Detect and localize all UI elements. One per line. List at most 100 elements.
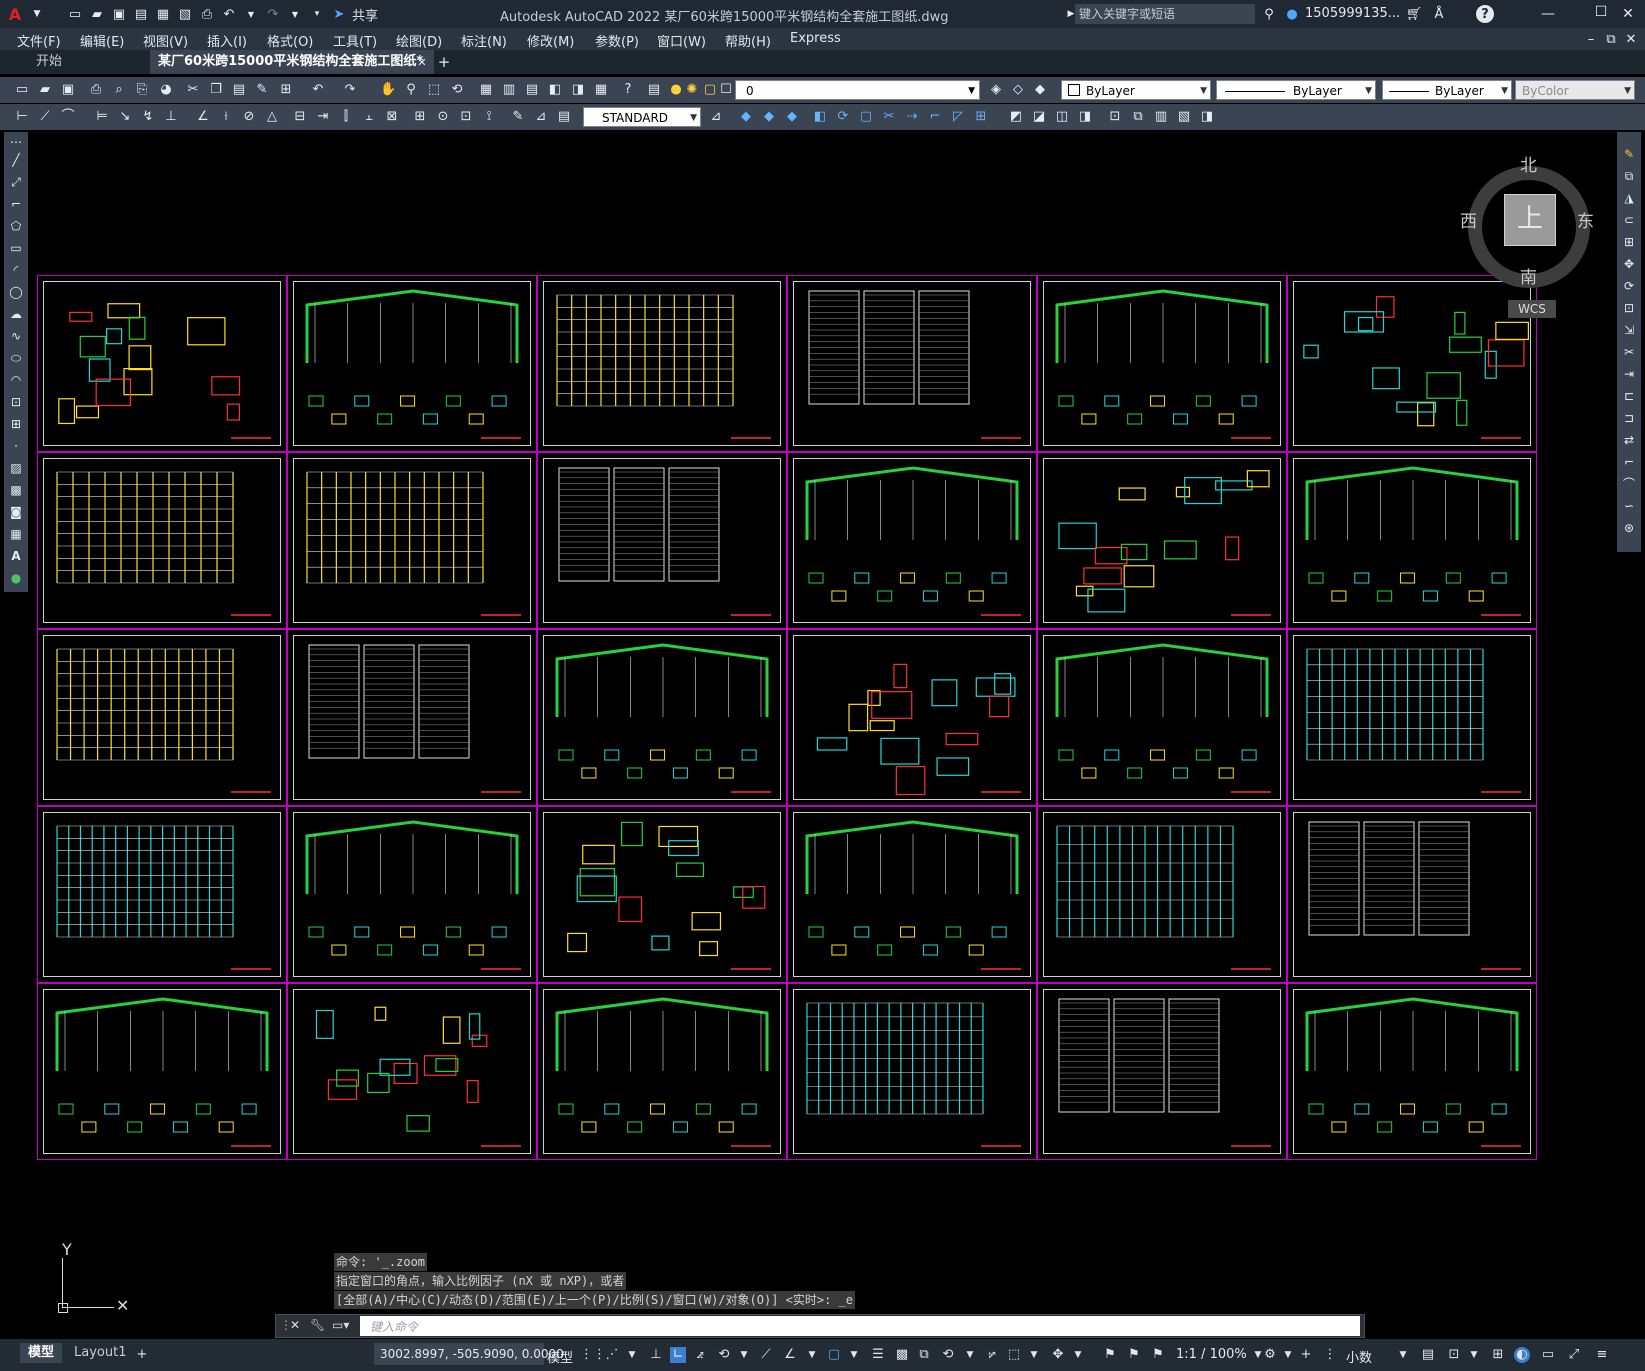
join-icon[interactable]: ⇄ <box>1621 432 1637 448</box>
drawing-sheet[interactable] <box>1037 452 1287 629</box>
isolate-objects-icon[interactable]: ⊞ <box>1490 1347 1506 1363</box>
drawing-sheet[interactable] <box>37 806 287 983</box>
chevron-down-icon[interactable]: ▼ <box>624 1347 640 1363</box>
viewcube-top-face[interactable]: 上 <box>1504 194 1556 246</box>
help-icon[interactable]: ? <box>620 82 636 98</box>
tab-model[interactable]: 模型 <box>20 1343 63 1363</box>
extend-icon[interactable]: ⇥ <box>1621 366 1637 382</box>
erase-icon[interactable]: ✎ <box>1621 146 1637 162</box>
annotation-scale-icon[interactable]: ⚑ <box>1150 1347 1166 1363</box>
coordinate-readout[interactable]: 3002.8997, -505.9090, 0.0000 <box>374 1343 564 1365</box>
radius-dimension-icon[interactable]: ↘ <box>117 109 133 125</box>
move-icon[interactable]: ◆ <box>738 109 754 125</box>
line-icon[interactable]: ╱ <box>8 152 24 168</box>
reference-manager-icon[interactable]: ▥ <box>1153 109 1169 125</box>
copy-icon[interactable]: ⧉ <box>1621 168 1637 184</box>
multiline-text-icon[interactable]: A <box>8 548 24 564</box>
drawing-sheet[interactable] <box>1287 629 1537 806</box>
dimension-override-icon[interactable]: ▤ <box>556 109 572 125</box>
zoom-window-icon[interactable]: ⬚ <box>426 82 442 98</box>
save-icon[interactable]: ▣ <box>60 82 76 98</box>
annotation-scale-value[interactable]: 1:1 / 100% <box>1176 1347 1247 1362</box>
drawing-sheet[interactable] <box>1037 629 1287 806</box>
cut-icon[interactable]: ✂ <box>185 82 201 98</box>
customize-quick-access-icon[interactable]: ▾ <box>308 5 326 23</box>
array-icon[interactable]: ⊞ <box>1621 234 1637 250</box>
command-close-icon[interactable]: ✕ <box>290 1318 300 1332</box>
keyword-search-input[interactable]: 键入关键字或短语 <box>1075 4 1255 24</box>
save-to-web-icon[interactable]: ▧ <box>176 5 194 23</box>
isodraft-icon[interactable]: ⟲ <box>716 1347 732 1363</box>
drawing-sheet[interactable] <box>1287 983 1537 1160</box>
menu-file[interactable]: 文件(F) <box>17 31 61 50</box>
drawing-sheet[interactable] <box>287 806 537 983</box>
3d-osnap-icon[interactable]: ⟲ <box>940 1347 956 1363</box>
redo-icon[interactable]: ↷ <box>342 82 358 98</box>
arc-length-icon[interactable]: ⌒ <box>60 109 76 125</box>
dimension-style-manager-icon[interactable]: ⊿ <box>708 109 724 125</box>
drawing-sheet[interactable] <box>37 275 287 452</box>
layer-color-square-icon[interactable]: ☐ <box>718 82 734 98</box>
chevron-down-icon[interactable]: ▼ <box>962 1347 978 1363</box>
polygon-icon[interactable]: ⬠ <box>8 218 24 234</box>
drawing-sheet[interactable] <box>1037 275 1287 452</box>
sheet-set-icon[interactable]: ◧ <box>547 82 563 98</box>
menu-parametric[interactable]: 参数(P) <box>595 31 639 50</box>
chevron-down-icon[interactable]: ▼ <box>846 1347 862 1363</box>
gradient-icon[interactable]: ▩ <box>8 482 24 498</box>
insert-block-icon[interactable]: ⊡ <box>8 394 24 410</box>
compass-west-label[interactable]: 西 <box>1460 207 1477 232</box>
chamfer-icon[interactable]: ◸ <box>950 109 966 125</box>
clean-screen-icon[interactable]: ▭ <box>1540 1347 1556 1363</box>
drawing-sheet[interactable] <box>787 983 1037 1160</box>
drawing-sheet[interactable] <box>787 806 1037 983</box>
save-icon[interactable]: ▣ <box>110 5 128 23</box>
drawing-sheet[interactable] <box>537 629 787 806</box>
help-icon[interactable]: ? <box>1476 5 1494 23</box>
zoom-previous-icon[interactable]: ⟲ <box>449 82 465 98</box>
drawing-sheet[interactable] <box>37 629 287 806</box>
drawing-sheet[interactable] <box>787 275 1037 452</box>
dimension-style-icon[interactable]: ⊿ <box>533 109 549 125</box>
minimize-window-button[interactable]: — <box>1535 4 1561 24</box>
object-snap-icon[interactable]: ∠ <box>782 1347 798 1363</box>
osnap-box-icon[interactable]: ▢ <box>826 1347 842 1363</box>
chevron-down-icon[interactable]: ▼ <box>1466 1347 1482 1363</box>
revision-cloud-icon[interactable]: ☁ <box>8 306 24 322</box>
blend-curves-icon[interactable]: ∽ <box>1621 498 1637 514</box>
dimension-break-icon[interactable]: ⫠ <box>361 109 377 125</box>
baseline-dimension-icon[interactable]: ⊟ <box>292 109 308 125</box>
break-icon[interactable]: ⊐ <box>1621 410 1637 426</box>
dimension-style-dropdown[interactable]: STANDARD ▼ <box>583 107 701 127</box>
infer-constraints-icon[interactable]: ⊥ <box>648 1347 664 1363</box>
recent-commands-icon[interactable]: ▭▾ <box>332 1318 349 1332</box>
lineweight-dropdown[interactable]: ByLayer ▼ <box>1382 80 1512 100</box>
undo-icon[interactable]: ↶ <box>310 82 326 98</box>
drawing-sheet[interactable] <box>1287 275 1537 452</box>
wcs-menu-button[interactable]: WCS <box>1508 300 1556 318</box>
dimension-edit-icon[interactable]: ⊡ <box>458 109 474 125</box>
tolerance-icon[interactable]: △ <box>264 109 280 125</box>
plotstyle-dropdown[interactable]: ByColor ▼ <box>1515 80 1635 100</box>
attach-reference-icon[interactable]: ⊡ <box>1107 109 1123 125</box>
menu-insert[interactable]: 插入(I) <box>207 31 247 50</box>
redo-dropdown-icon[interactable]: ▼ <box>286 5 304 23</box>
scale-icon[interactable]: ⊡ <box>1621 300 1637 316</box>
add-selected-icon[interactable]: ● <box>8 570 24 586</box>
drawing-canvas[interactable] <box>33 132 1611 1338</box>
search-icon[interactable]: ⚲ <box>1260 5 1278 23</box>
jogged-dimension-icon[interactable]: ↯ <box>140 109 156 125</box>
toolbar-grip-icon[interactable]: ⋯ <box>8 134 24 150</box>
plot-icon[interactable]: ⎙ <box>88 82 104 98</box>
rotate-icon[interactable]: ⟳ <box>1621 278 1637 294</box>
open-folder-icon[interactable]: ▰ <box>88 5 106 23</box>
make-layer-current-icon[interactable]: ◈ <box>988 82 1004 98</box>
undo-dropdown-icon[interactable]: ▼ <box>242 5 260 23</box>
autocad-app-icon[interactable]: A <box>6 5 24 24</box>
block-editor-icon[interactable]: ⊞ <box>278 82 294 98</box>
user-account-name[interactable]: 1505999135... <box>1305 6 1400 21</box>
dynamic-ucs-icon[interactable]: ⦬ <box>984 1347 1000 1363</box>
scale-icon[interactable]: ▢ <box>858 109 874 125</box>
markup-icon[interactable]: ◨ <box>570 82 586 98</box>
properties-icon[interactable]: ▦ <box>478 82 494 98</box>
